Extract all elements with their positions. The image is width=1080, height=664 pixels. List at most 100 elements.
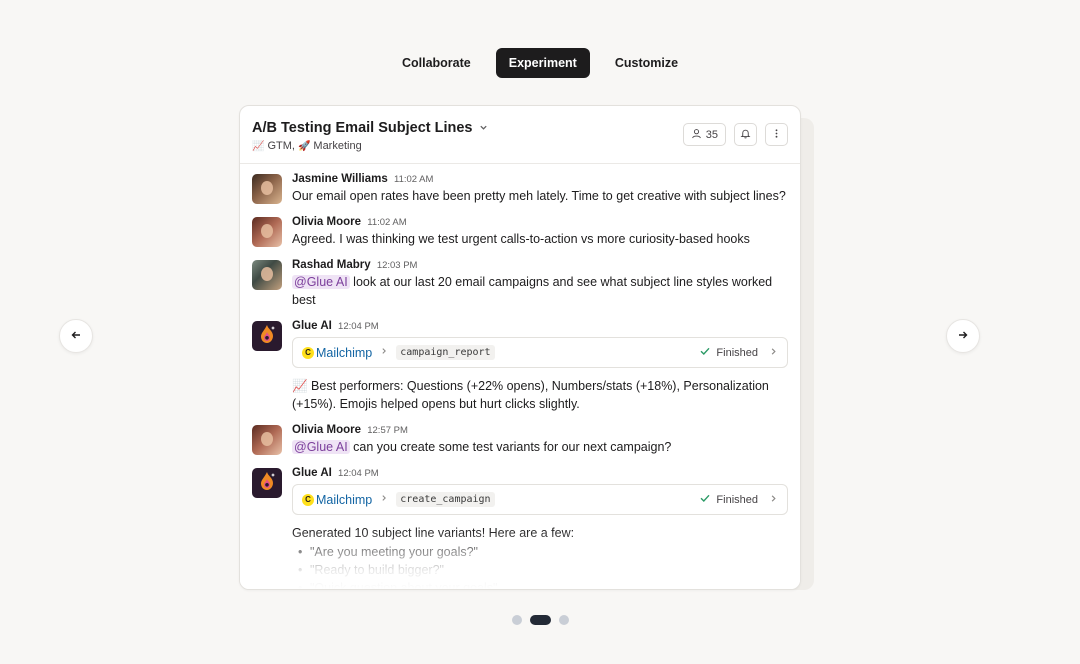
message-text-content: look at our last 20 email campaigns and … bbox=[292, 275, 773, 307]
message-body: Olivia Moore 12:57 PM @Glue AI can you c… bbox=[292, 423, 788, 456]
variant-list: "Are you meeting your goals?" "Ready to … bbox=[292, 543, 788, 589]
tab-collaborate[interactable]: Collaborate bbox=[389, 48, 484, 78]
message-body: Rashad Mabry 12:03 PM @Glue AI look at o… bbox=[292, 258, 788, 309]
message-time: 11:02 AM bbox=[367, 217, 407, 228]
message-header: Jasmine Williams 11:02 AM bbox=[292, 172, 788, 187]
more-options-button[interactable] bbox=[765, 123, 788, 146]
message-author[interactable]: Jasmine Williams bbox=[292, 173, 388, 185]
message-body: Jasmine Williams 11:02 AM Our email open… bbox=[292, 172, 788, 205]
tool-status: Finished bbox=[699, 345, 778, 360]
pagination-dot-2[interactable] bbox=[529, 615, 551, 625]
pagination-dot-1[interactable] bbox=[511, 615, 522, 625]
chevron-right-icon[interactable] bbox=[769, 347, 778, 359]
tool-result-text: 📈 Best performers: Questions (+22% opens… bbox=[292, 379, 769, 411]
message-author[interactable]: Olivia Moore bbox=[292, 216, 361, 228]
message-text: Our email open rates have been pretty me… bbox=[292, 189, 786, 203]
vertical-dots-icon bbox=[771, 128, 782, 142]
chevron-right-icon[interactable] bbox=[769, 494, 778, 506]
message-header: Glue AI 12:04 PM bbox=[292, 466, 788, 481]
notifications-button[interactable] bbox=[734, 123, 757, 146]
message-body: Glue AI 12:04 PM C Mailchimp campaign_re… bbox=[292, 319, 788, 413]
tag-gtm[interactable]: GTM, bbox=[267, 140, 295, 152]
avatar[interactable] bbox=[252, 260, 282, 290]
channel-title-text: A/B Testing Email Subject Lines bbox=[252, 120, 473, 136]
message-text: @Glue AI look at our last 20 email campa… bbox=[292, 273, 788, 309]
message-header: Olivia Moore 11:02 AM bbox=[292, 215, 788, 230]
message: Olivia Moore 12:57 PM @Glue AI can you c… bbox=[252, 423, 788, 456]
avatar[interactable] bbox=[252, 174, 282, 204]
channel-card: A/B Testing Email Subject Lines 📈 GTM, 🚀… bbox=[239, 105, 801, 590]
message-time: 11:02 AM bbox=[393, 174, 434, 185]
flame-logo-icon bbox=[256, 323, 278, 350]
tab-customize[interactable]: Customize bbox=[602, 48, 691, 78]
chevron-right-icon bbox=[380, 347, 388, 358]
message-header: Rashad Mabry 12:03 PM bbox=[292, 258, 788, 273]
avatar-face bbox=[261, 432, 273, 446]
tool-status: Finished bbox=[699, 492, 778, 507]
checkmark-icon bbox=[699, 492, 711, 507]
message-text: @Glue AI can you create some test varian… bbox=[292, 438, 788, 456]
message-author[interactable]: Olivia Moore bbox=[292, 424, 361, 436]
message-author[interactable]: Rashad Mabry bbox=[292, 259, 371, 271]
message-text-content: can you create some test variants for ou… bbox=[349, 440, 672, 454]
avatar[interactable] bbox=[252, 217, 282, 247]
header-actions: 35 bbox=[682, 123, 788, 146]
rocket-emoji-icon: 🚀 bbox=[297, 140, 311, 152]
message-text: Agreed. I was thinking we test urgent ca… bbox=[292, 232, 750, 246]
pagination-dot-3[interactable] bbox=[558, 615, 569, 625]
previous-slide-button[interactable] bbox=[59, 319, 93, 353]
message-time: 12:04 PM bbox=[338, 468, 379, 479]
message-body: Olivia Moore 11:02 AM Agreed. I was thin… bbox=[292, 215, 788, 248]
message-header: Olivia Moore 12:57 PM bbox=[292, 423, 788, 438]
message-header: Glue AI 12:04 PM bbox=[292, 319, 788, 334]
chart-emoji-icon: 📈 bbox=[252, 140, 265, 152]
avatar-face bbox=[261, 224, 273, 238]
tab-experiment[interactable]: Experiment bbox=[495, 48, 590, 78]
tool-name[interactable]: Mailchimp bbox=[316, 346, 372, 360]
glue-ai-avatar[interactable] bbox=[252, 468, 282, 498]
tag-marketing[interactable]: Marketing bbox=[313, 140, 361, 152]
tool-call-card[interactable]: C Mailchimp campaign_report Finished bbox=[292, 337, 788, 368]
message-time: 12:03 PM bbox=[376, 260, 418, 271]
list-item: "Are you meeting your goals?" bbox=[292, 543, 788, 561]
arrow-right-icon bbox=[957, 328, 969, 344]
chevron-right-icon bbox=[380, 494, 388, 505]
channel-header: A/B Testing Email Subject Lines 📈 GTM, 🚀… bbox=[240, 106, 800, 164]
avatar[interactable] bbox=[252, 425, 282, 455]
avatar-face bbox=[261, 181, 273, 195]
message-list: Jasmine Williams 11:02 AM Our email open… bbox=[240, 164, 800, 589]
glue-ai-avatar[interactable] bbox=[252, 321, 282, 351]
message-body: Glue AI 12:04 PM C Mailchimp create_camp… bbox=[292, 466, 788, 589]
message-author[interactable]: Glue AI bbox=[292, 467, 332, 479]
tool-status-text: Finished bbox=[716, 493, 758, 506]
tab-bar: Collaborate Experiment Customize bbox=[0, 48, 1080, 78]
tool-status-text: Finished bbox=[716, 346, 758, 359]
message-time: 12:04 PM bbox=[338, 321, 379, 332]
tool-call-card[interactable]: C Mailchimp create_campaign Finished bbox=[292, 484, 788, 515]
mailchimp-icon: C bbox=[302, 346, 314, 359]
message: Glue AI 12:04 PM C Mailchimp campaign_re… bbox=[252, 319, 788, 413]
message: Olivia Moore 11:02 AM Agreed. I was thin… bbox=[252, 215, 788, 248]
list-item: "Ready to build bigger?" bbox=[292, 561, 788, 579]
avatar-face bbox=[261, 267, 273, 281]
mailchimp-icon: C bbox=[302, 493, 314, 506]
tool-name[interactable]: Mailchimp bbox=[316, 493, 372, 507]
bell-icon bbox=[740, 128, 751, 142]
next-slide-button[interactable] bbox=[946, 319, 980, 353]
tool-command: create_campaign bbox=[396, 492, 495, 507]
mention-glue-ai[interactable]: @Glue AI bbox=[292, 275, 350, 289]
message: Glue AI 12:04 PM C Mailchimp create_camp… bbox=[252, 466, 788, 589]
mention-glue-ai[interactable]: @Glue AI bbox=[292, 440, 350, 454]
list-item: "Quick question about your goals" bbox=[292, 579, 788, 589]
carousel-pagination bbox=[0, 615, 1080, 625]
arrow-left-icon bbox=[70, 328, 82, 344]
member-count: 35 bbox=[705, 128, 718, 141]
checkmark-icon bbox=[699, 345, 711, 360]
person-icon bbox=[691, 128, 702, 142]
message-time: 12:57 PM bbox=[367, 425, 408, 436]
message: Jasmine Williams 11:02 AM Our email open… bbox=[252, 172, 788, 205]
members-button[interactable]: 35 bbox=[682, 123, 726, 146]
flame-logo-icon bbox=[256, 470, 278, 497]
message: Rashad Mabry 12:03 PM @Glue AI look at o… bbox=[252, 258, 788, 309]
message-author[interactable]: Glue AI bbox=[292, 320, 332, 332]
